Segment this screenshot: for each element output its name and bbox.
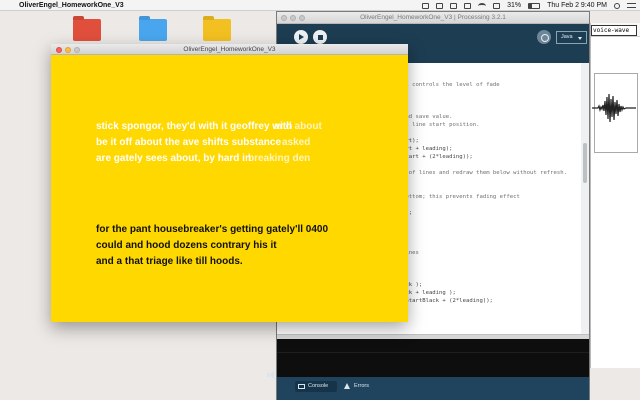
ghost-line: be it off about the ave shifts substance: [96, 137, 282, 148]
code-line: Start + (2*leading));: [402, 154, 473, 160]
console-footer: Console Errors: [277, 377, 589, 400]
ghost-line: are gately sees about, by hard in: [96, 153, 252, 164]
wifi-icon[interactable]: [478, 2, 487, 9]
scrollbar-thumb[interactable]: [583, 143, 587, 183]
cloud-icon[interactable]: [436, 2, 444, 9]
editor-scrollbar[interactable]: [581, 63, 589, 334]
code-line: s of lines and redraw them below without…: [402, 170, 568, 176]
tab-errors[interactable]: Errors: [341, 381, 381, 392]
sketch-titlebar[interactable]: OliverEngel_HomeworkOne_V3: [51, 44, 408, 55]
code-line: and save value.: [402, 114, 453, 120]
ide-title: OliverEngel_HomeworkOne_V3 | Processing …: [360, 14, 506, 21]
tab-console[interactable]: Console: [295, 381, 337, 392]
active-app-name[interactable]: OliverEngel_HomeworkOne_V3: [19, 0, 124, 11]
mode-label: Java: [561, 34, 573, 40]
waveform-graphic: [592, 93, 636, 123]
folder-icon-yellow[interactable]: [203, 19, 231, 41]
ghost-line-fade: asked: [282, 137, 311, 148]
folder-icon-red[interactable]: [73, 19, 101, 41]
sketch-window: OliverEngel_HomeworkOne_V3 stick spongor…: [51, 44, 408, 322]
battery-icon[interactable]: [528, 2, 541, 9]
chevron-down-icon: [578, 36, 582, 40]
dropbox-icon[interactable]: [422, 2, 430, 9]
menu-bar: OliverEngel_HomeworkOne_V3 31% Thu Feb 2…: [0, 0, 640, 11]
mode-select[interactable]: Java: [556, 31, 587, 44]
console-divider: [277, 352, 589, 353]
code-line: art);: [402, 138, 419, 144]
speaker-icon[interactable]: [267, 371, 277, 379]
ide-maximize-icon[interactable]: [299, 15, 305, 21]
poem-line: for the pant housebreaker's getting gate…: [96, 224, 329, 235]
sketch-title: OliverEngel_HomeworkOne_V3: [183, 46, 276, 53]
ide-titlebar[interactable]: OliverEngel_HomeworkOne_V3 | Processing …: [277, 12, 589, 24]
run-button[interactable]: [294, 30, 308, 44]
ghost-line-fade: breaking den: [248, 153, 311, 164]
search-icon[interactable]: [614, 2, 620, 9]
code-line: 0);: [402, 209, 580, 217]
close-icon[interactable]: [56, 46, 62, 53]
stop-button[interactable]: [313, 30, 327, 44]
code-line: al controls the level of fade: [402, 82, 500, 88]
tab-errors-label: Errors: [354, 383, 369, 389]
volume-icon[interactable]: [493, 2, 501, 9]
ide-close-icon[interactable]: [281, 15, 287, 21]
code-line: eStartBlack + (2*leading));: [402, 298, 493, 304]
minimize-icon[interactable]: [65, 46, 71, 53]
tab-console-label: Console: [308, 383, 329, 389]
voice-wave-field[interactable]: voice-wave: [591, 25, 637, 36]
maximize-icon[interactable]: [74, 46, 80, 53]
ide-minimize-icon[interactable]: [290, 15, 296, 21]
debugger-icon[interactable]: [537, 30, 551, 44]
background-window-header: voice-wave: [591, 23, 640, 37]
notification-center-icon[interactable]: [627, 3, 636, 8]
battery-percent: 31%: [507, 2, 522, 9]
code-line: lines: [402, 250, 419, 256]
code-line: ack + leading );: [402, 290, 456, 296]
status-area: 31% Thu Feb 2 9:40 PM: [422, 0, 636, 11]
folder-icon-blue[interactable]: [139, 19, 167, 41]
console-area[interactable]: [277, 339, 589, 377]
code-line: art + leading);: [402, 146, 453, 152]
timemachine-icon[interactable]: [450, 2, 458, 9]
background-window: voice-wave: [590, 23, 640, 368]
code-line: al line start position.: [402, 122, 480, 128]
clock[interactable]: Thu Feb 2 9:40 PM: [547, 0, 607, 11]
ghost-line-fade: and about: [274, 121, 322, 132]
code-line: ack );: [402, 282, 423, 288]
sketch-canvas[interactable]: stick spongor, they'd with it geoffrey w…: [51, 55, 408, 322]
code-line: bottom; this prevents fading effect: [402, 194, 520, 200]
console-icon: [298, 384, 305, 389]
poem-line: could and hood dozens contrary his it: [96, 240, 277, 251]
poem-line: and a that triage like till hoods.: [96, 256, 243, 267]
warning-icon: [344, 383, 350, 389]
bluetooth-icon[interactable]: [464, 2, 472, 9]
